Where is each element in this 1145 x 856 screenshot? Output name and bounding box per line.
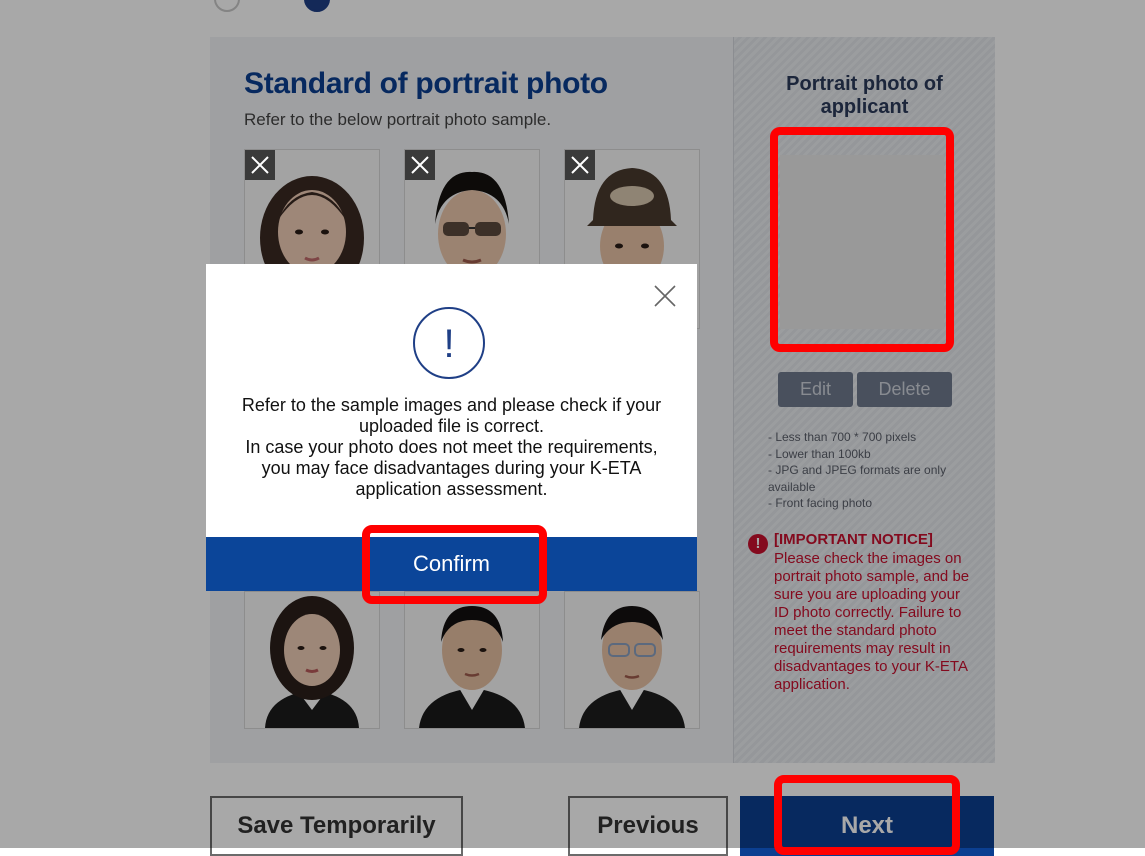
dialog-message-line: application assessment. xyxy=(355,479,548,499)
upload-area-highlight xyxy=(770,127,954,352)
confirm-button-highlight xyxy=(362,525,547,604)
close-icon[interactable] xyxy=(653,284,677,308)
x-mark-icon xyxy=(405,150,435,180)
dialog-message-line: In case your photo does not meet the req… xyxy=(245,437,658,457)
dialog-message-line: uploaded file is correct. xyxy=(358,416,545,436)
dialog-message-line: you may face disadvantages during your K… xyxy=(261,458,642,478)
next-button-highlight xyxy=(774,775,960,855)
x-mark-icon xyxy=(245,150,275,180)
kTA-photo-upload-page: Standard of portrait photo Refer to the … xyxy=(0,0,1145,856)
exclamation-icon: ! xyxy=(413,307,485,379)
x-mark-icon xyxy=(565,150,595,180)
dialog-message: Refer to the sample images and please ch… xyxy=(226,395,677,500)
dialog-message-line: Refer to the sample images and please ch… xyxy=(241,395,662,415)
